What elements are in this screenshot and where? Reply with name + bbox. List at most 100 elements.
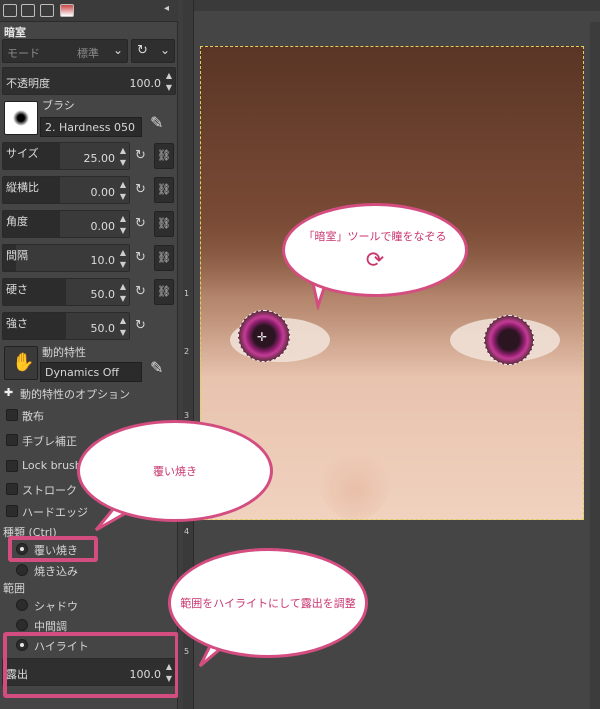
ruler-tick: 5 [184,647,190,656]
chevron-down-icon: ⌄ [112,43,123,57]
range-label: 範囲 [3,582,25,595]
reset-icon[interactable]: ↻ [135,285,149,299]
increment-icon[interactable]: ▲ [118,315,128,327]
brush-label: ブラシ [42,99,75,112]
dodge-bubble: 覆い焼き [77,420,273,522]
vertical-scrollbar[interactable] [590,22,600,709]
decrement-icon[interactable]: ▼ [118,293,128,305]
option-label: 散布 [22,410,44,423]
option-label: ハードエッジ [22,506,88,519]
param-field[interactable]: 角度 0.00 ▲ ▼ [2,210,130,238]
tool-tip-text: 「暗室」ツールで瞳をなぞる [303,229,447,243]
range-highlight-box [3,632,179,698]
dynamics-options-label[interactable]: 動的特性のオプション [20,386,130,402]
param-label: 間隔 [6,249,28,262]
link-icon[interactable]: ⛓ [154,211,174,237]
radio-label: シャドウ [34,600,78,613]
param-field[interactable]: 縦横比 0.00 ▲ ▼ [2,176,130,204]
dynamics-name-field[interactable]: Dynamics Off [40,362,142,382]
mode-label: モード [7,47,40,60]
dynamics-label: 動的特性 [42,346,86,359]
option-label: 手ブレ補正 [22,435,77,448]
reset-icon[interactable]: ↻ [135,183,149,197]
increment-icon[interactable]: ▲ [118,247,128,259]
link-icon[interactable]: ⛓ [154,245,174,271]
param-value: 0.00 [90,186,116,199]
param-value: 50.0 [90,322,116,335]
dock-tab-bar: ◂ [0,0,178,22]
tool-options-tab-icon[interactable] [3,4,17,17]
increment-icon[interactable]: ▲ [118,213,128,225]
option-checkbox[interactable] [6,409,18,421]
mode-reset-combo[interactable]: ↻ ⌄ [131,39,175,63]
link-icon[interactable]: ⛓ [154,279,174,305]
param-field[interactable]: 硬さ 50.0 ▲ ▼ [2,278,130,306]
link-icon[interactable]: ⛓ [154,143,174,169]
option-label: ストローク [22,484,77,497]
dodge-highlight-box [8,536,98,562]
edit-brush-icon[interactable]: ✎ [150,113,163,132]
mode-combo[interactable]: モード 標準 ⌄ [2,39,128,63]
chevron-down-icon: ⌄ [159,43,170,57]
radio-button[interactable] [16,564,28,576]
reset-icon[interactable]: ↻ [135,217,149,231]
decrement-icon[interactable]: ▼ [118,191,128,203]
param-label: 硬さ [6,283,28,296]
undo-history-tab-icon[interactable] [40,4,54,17]
param-field[interactable]: サイズ 25.00 ▲ ▼ [2,142,130,170]
horizontal-ruler [194,0,600,11]
param-value: 25.00 [83,152,116,165]
option-checkbox[interactable] [6,434,18,446]
increment-icon[interactable]: ▲ [118,179,128,191]
dynamics-preview[interactable]: ✋ [4,346,38,380]
option-checkbox[interactable] [6,460,18,472]
mode-value: 標準 [77,47,99,60]
device-status-tab-icon[interactable] [21,4,35,17]
dynamics-icon: ✋ [12,352,35,373]
dock-menu-icon[interactable]: ◂ [164,3,169,14]
increment-icon[interactable]: ▲ [164,70,174,82]
brush-name-field[interactable]: 2. Hardness 050 [40,117,142,137]
opacity-field[interactable]: 不透明度 100.0 ▲ ▼ [2,67,176,95]
param-label: 強さ [6,317,28,330]
ruler-tick: 4 [184,527,190,536]
param-value: 0.00 [90,220,116,233]
brush-shape-icon [13,110,29,126]
param-label: サイズ [6,147,39,160]
reset-icon: ↻ [137,43,148,58]
increment-icon[interactable]: ▲ [118,281,128,293]
radio-label: 焼き込み [34,565,78,578]
option-checkbox[interactable] [6,505,18,517]
param-field[interactable]: 間隔 10.0 ▲ ▼ [2,244,130,272]
option-checkbox[interactable] [6,483,18,495]
edit-dynamics-icon[interactable]: ✎ [150,358,163,377]
decrement-icon[interactable]: ▼ [118,157,128,169]
increment-icon[interactable]: ▲ [118,145,128,157]
range-bubble: 範囲をハイライトにして露出を調整 [168,548,368,658]
panel-title: 暗室 [4,26,26,39]
dodge-bubble-text: 覆い焼き [153,465,197,478]
decrement-icon[interactable]: ▼ [118,259,128,271]
param-label: 角度 [6,215,28,228]
decrement-icon[interactable]: ▼ [164,82,174,94]
reset-icon[interactable]: ↻ [135,251,149,265]
tool-tip-bubble: 「暗室」ツールで瞳をなぞる ⟳ [282,203,468,297]
param-field[interactable]: 強さ 50.0 ▲ ▼ [2,312,130,340]
link-icon[interactable]: ⛓ [154,177,174,203]
brush-preview[interactable] [4,101,38,135]
images-tab-icon[interactable] [60,4,74,17]
ruler-tick: 1 [184,289,190,298]
opacity-label: 不透明度 [6,77,50,90]
circular-arrows-icon: ⟳ [365,247,385,273]
expand-icon[interactable]: ✚ [4,386,13,399]
reset-icon[interactable]: ↻ [135,319,149,333]
decrement-icon[interactable]: ▼ [118,225,128,237]
option-label: Lock brush [22,459,82,472]
radio-button[interactable] [16,599,28,611]
radio-button[interactable] [16,619,28,631]
range-bubble-text: 範囲をハイライトにして露出を調整 [180,597,356,610]
param-value: 50.0 [90,288,116,301]
param-label: 縦横比 [6,181,39,194]
decrement-icon[interactable]: ▼ [118,327,128,339]
reset-icon[interactable]: ↻ [135,149,149,163]
